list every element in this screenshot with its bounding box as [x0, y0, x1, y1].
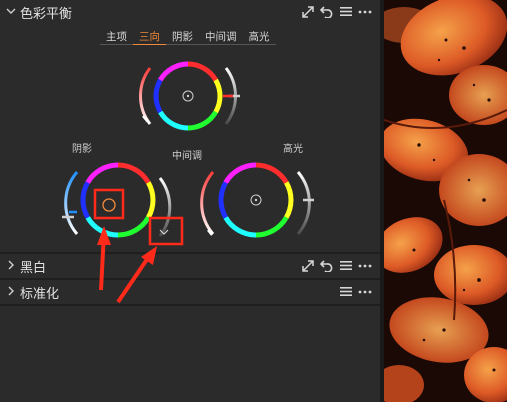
luminance-slider [296, 171, 311, 235]
shadow-wheel-label: 阴影 [72, 144, 92, 155]
more-icon[interactable] [357, 4, 372, 19]
midtone-color-wheel[interactable] [130, 56, 250, 146]
color-balance-tools [300, 4, 372, 19]
adjustments-panel: 色彩平衡 主项 三向 阴影 中间调 高光 阴影 中间调 高光 黑白 标准化 [0, 0, 380, 402]
menu-icon[interactable] [338, 284, 353, 299]
tab-master[interactable]: 主项 [100, 29, 133, 45]
black-white-header[interactable]: 黑白 [0, 254, 380, 278]
more-icon[interactable] [357, 284, 372, 299]
normalize-title: 标准化 [20, 286, 60, 302]
chevron-down-icon[interactable] [6, 6, 18, 19]
black-white-tools [300, 258, 372, 273]
saturation-slider [64, 171, 79, 235]
luminance-slider [158, 177, 172, 237]
menu-icon[interactable] [338, 4, 353, 19]
photo-preview [384, 0, 507, 402]
saturation-slider [200, 171, 215, 235]
highlight-color-wheel[interactable] [200, 160, 320, 250]
divider [0, 304, 380, 306]
highlight-wheel-label: 高光 [283, 144, 303, 155]
shadow-color-wheel[interactable] [60, 160, 180, 250]
hue-ring[interactable] [80, 162, 156, 238]
tab-three-way[interactable]: 三向 [133, 29, 166, 45]
expand-icon[interactable] [300, 258, 315, 273]
tab-highlights[interactable]: 高光 [242, 29, 276, 45]
reset-icon[interactable] [319, 4, 334, 19]
black-white-title: 黑白 [20, 260, 47, 276]
expand-icon[interactable] [300, 4, 315, 19]
menu-icon[interactable] [338, 258, 353, 273]
color-balance-tabs: 主项 三向 阴影 中间调 高光 [100, 29, 276, 45]
chevron-right-icon[interactable] [6, 286, 18, 299]
normalize-header[interactable]: 标准化 [0, 280, 380, 304]
reset-icon[interactable] [319, 258, 334, 273]
tab-midtones[interactable]: 中间调 [199, 29, 243, 45]
chevron-right-icon[interactable] [6, 260, 18, 273]
normalize-tools [338, 284, 372, 299]
wheel-center-handle [102, 198, 116, 212]
saturation-slider [139, 67, 152, 125]
color-balance-header[interactable]: 色彩平衡 [0, 0, 380, 24]
tab-shadows[interactable]: 阴影 [166, 29, 199, 45]
leaves-image [384, 0, 507, 402]
color-balance-title: 色彩平衡 [20, 6, 73, 22]
more-icon[interactable] [357, 258, 372, 273]
